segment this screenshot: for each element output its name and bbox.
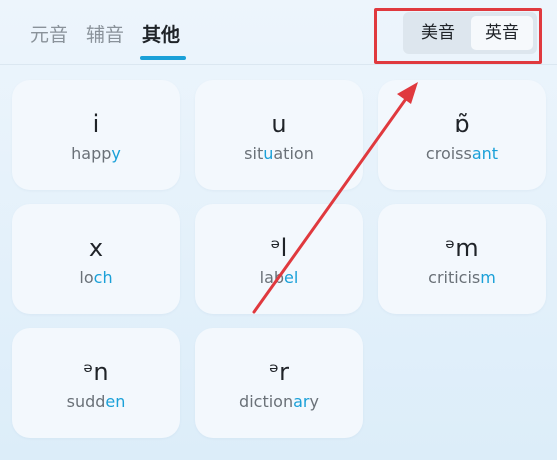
- annotation-highlight-box: [374, 8, 542, 64]
- phoneme-card[interactable]: ᵊr dictionary: [195, 328, 363, 438]
- phoneme-symbol: ᵊn: [83, 358, 109, 386]
- phoneme-card[interactable]: ᵊn sudden: [12, 328, 180, 438]
- tab-consonants[interactable]: 辅音: [86, 20, 124, 47]
- phoneme-symbol: u: [271, 110, 287, 138]
- phoneme-card[interactable]: u situation: [195, 80, 363, 190]
- example-word: situation: [244, 144, 314, 163]
- phoneme-card[interactable]: x loch: [12, 204, 180, 314]
- phoneme-symbol: x: [88, 234, 104, 262]
- tab-vowels[interactable]: 元音: [30, 20, 68, 47]
- phoneme-card[interactable]: ɒ̃ croissant: [378, 80, 546, 190]
- example-word: dictionary: [239, 392, 319, 411]
- example-word: sudden: [66, 392, 126, 411]
- tab-others[interactable]: 其他: [142, 20, 180, 47]
- phoneme-symbol: ᵊr: [269, 358, 289, 386]
- phoneme-card[interactable]: ᵊl label: [195, 204, 363, 314]
- example-word: label: [259, 268, 299, 287]
- phoneme-card[interactable]: ᵊm criticism: [378, 204, 546, 314]
- active-tab-indicator: [140, 56, 186, 60]
- phoneme-symbol: i: [92, 110, 100, 138]
- phoneme-symbol: ɒ̃: [454, 110, 470, 138]
- phoneme-card[interactable]: i happy: [12, 80, 180, 190]
- example-word: loch: [79, 268, 113, 287]
- example-word: croissant: [425, 144, 499, 163]
- phoneme-symbol: ᵊl: [270, 234, 288, 262]
- phoneme-symbol: ᵊm: [445, 234, 479, 262]
- example-word: happy: [71, 144, 121, 163]
- example-word: criticism: [428, 268, 496, 287]
